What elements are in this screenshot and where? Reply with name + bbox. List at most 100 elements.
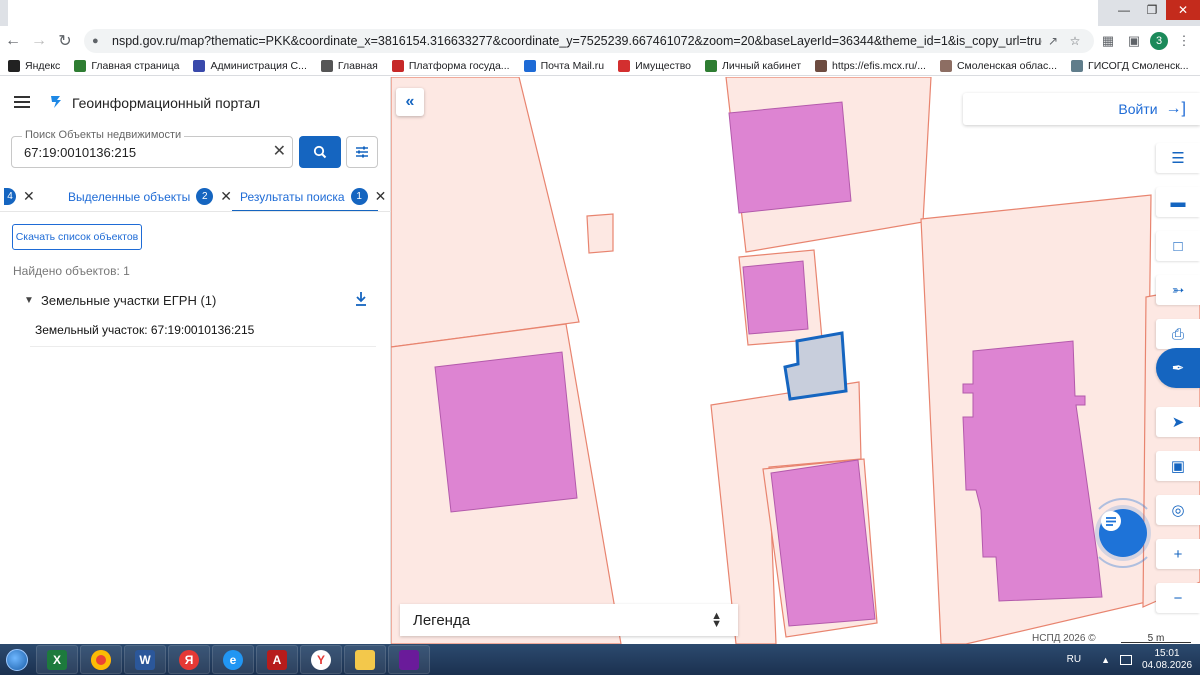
bookmark-label: https://efis.mcx.ru/... [832, 59, 926, 72]
menu-kebab-icon[interactable]: ⋮ [1174, 29, 1194, 53]
minimize-icon[interactable]: — [1110, 0, 1138, 20]
side-panel-icon[interactable]: ▣ [1124, 29, 1144, 53]
taskbar-excel[interactable]: X [36, 645, 78, 674]
clear-search-icon[interactable]: ✕ [273, 144, 286, 160]
url-text[interactable]: nspd.gov.ru/map?thematic=PKK&coordinate_… [112, 34, 1042, 48]
panel-header: Геоинформационный портал [0, 77, 391, 127]
windows-logo-icon [6, 648, 28, 671]
taskbar-chrome[interactable] [80, 645, 122, 674]
profile-avatar[interactable]: 3 [1150, 32, 1168, 50]
search-input[interactable] [24, 145, 264, 160]
taskbar-explorer[interactable] [344, 645, 386, 674]
login-icon: →] [1165, 100, 1186, 117]
address-bar[interactable]: ● nspd.gov.ru/map?thematic=PKK&coordinat… [84, 29, 1094, 53]
taskbar-word[interactable]: W [124, 645, 166, 674]
site-info-icon[interactable]: ● [92, 35, 104, 47]
network-icon[interactable] [1120, 654, 1132, 665]
close-tab-icon[interactable]: ✕ [23, 188, 35, 205]
bookmark-item[interactable]: Главная [320, 59, 378, 72]
close-window-icon[interactable]: ✕ [1166, 0, 1200, 20]
draw-tool-icon[interactable]: ✒ [1156, 348, 1200, 388]
layers-icon[interactable]: ☰ [1156, 143, 1200, 173]
filter-button[interactable] [346, 136, 378, 168]
forward-icon[interactable]: → [26, 28, 52, 54]
bookmark-item[interactable]: Администрация С... [193, 59, 307, 72]
share-icon[interactable]: ↗ [1042, 34, 1064, 48]
chevron-down-icon[interactable]: ▼ [24, 295, 34, 306]
map-view[interactable]: « Войти →] ☰ ▬ □ ➳ ⎙ ✒ ➤ ▣ ◎ + − Легенда… [391, 77, 1200, 644]
search-field[interactable]: Поиск Объекты недвижимости ✕ [11, 129, 293, 168]
bookmark-item[interactable]: Личный кабинет [705, 59, 802, 72]
login-button[interactable]: Войти →] [963, 93, 1200, 125]
map-building[interactable] [728, 101, 852, 214]
zoom-in-icon[interactable]: + [1156, 539, 1200, 569]
chat-icon [1101, 511, 1121, 531]
bookmark-item[interactable]: Имущество [618, 59, 691, 72]
taskbar-yandex-browser[interactable]: Y [300, 645, 342, 674]
result-group-header[interactable]: ▼ Земельные участки ЕГРН (1) [24, 291, 374, 309]
bookmark-favicon-icon [320, 59, 333, 72]
filter-sliders-icon [356, 146, 368, 158]
map-building[interactable] [434, 351, 578, 513]
tab-selected-objects[interactable]: Выделенные объекты 2 ✕ [68, 188, 232, 205]
close-tab-icon[interactable]: ✕ [375, 188, 387, 205]
taskbar-acrobat[interactable]: A [256, 645, 298, 674]
tray-expand-icon[interactable]: ▲ [1101, 655, 1110, 665]
tab-search-results[interactable]: Результаты поиска 1 ✕ [240, 188, 386, 205]
map-parcel[interactable] [391, 77, 580, 348]
back-icon[interactable]: ← [0, 28, 26, 54]
start-button[interactable] [0, 644, 34, 675]
location-search-icon[interactable]: ◎ [1156, 495, 1200, 525]
taskbar-winrar[interactable] [388, 645, 430, 674]
minimap-icon[interactable]: ▣ [1156, 451, 1200, 481]
close-tab-icon[interactable]: ✕ [220, 188, 232, 205]
taskbar-yandex[interactable]: Я [168, 645, 210, 674]
selected-parcel[interactable] [783, 331, 848, 401]
download-list-button[interactable]: Скачать список объектов [12, 224, 142, 250]
taskbar-ie[interactable]: e [212, 645, 254, 674]
clock[interactable]: 15:01 04.08.2026 [1142, 648, 1192, 672]
area-select-icon[interactable]: □ [1156, 231, 1200, 261]
geolocation-icon[interactable]: ➤ [1156, 407, 1200, 437]
bookmark-favicon-icon [618, 59, 631, 72]
windows-taskbar: X W Я e A Y RU ▲ 15:01 04.08.2026 [0, 644, 1200, 675]
tab-previous[interactable]: 4 ✕ [4, 188, 35, 205]
bookmark-item[interactable]: Главная страница [74, 59, 179, 72]
bookmark-item[interactable]: https://efis.mcx.ru/... [815, 59, 926, 72]
restore-icon[interactable]: ❐ [1138, 0, 1166, 20]
map-building[interactable] [742, 260, 809, 335]
bookmark-favicon-icon [193, 59, 206, 72]
bookmark-item[interactable]: Яндекс [8, 59, 60, 72]
bookmarks-bar: Яндекс Главная страница Администрация С...… [0, 56, 1200, 76]
list-item[interactable]: Земельный участок: 67:19:0010136:215 [30, 319, 376, 347]
browser-tab[interactable] [8, 0, 1098, 26]
hamburger-menu-icon[interactable] [14, 96, 30, 108]
bookmark-item[interactable]: Почта Mail.ru [523, 59, 604, 72]
bookmark-item[interactable]: Смоленская облас... [939, 59, 1057, 72]
window-controls: — ❐ ✕ [1110, 0, 1200, 20]
map-canvas[interactable] [391, 77, 1200, 644]
bookmark-label: Личный кабинет [722, 59, 802, 72]
bookmark-item[interactable]: Платформа госуда... [391, 59, 510, 72]
legend-panel[interactable]: Легенда ▲ ▼ [400, 604, 738, 636]
extensions-icon[interactable]: ▦ [1098, 29, 1118, 53]
map-building[interactable] [770, 459, 876, 627]
zoom-out-icon[interactable]: − [1156, 583, 1200, 613]
search-button[interactable] [299, 136, 341, 168]
chat-button[interactable] [1099, 509, 1147, 557]
share-icon[interactable]: ➳ [1156, 275, 1200, 305]
collapse-panel-button[interactable]: « [396, 88, 424, 116]
language-indicator[interactable]: RU [1067, 654, 1081, 665]
reload-icon[interactable]: ↻ [52, 28, 78, 54]
bookmark-item[interactable]: ГИСОГД Смоленск... [1071, 59, 1189, 72]
bookmark-label: ГИСОГД Смоленск... [1088, 59, 1189, 72]
ruler-icon[interactable]: ▬ [1156, 187, 1200, 217]
bookmark-star-icon[interactable]: ☆ [1064, 34, 1086, 48]
print-icon[interactable]: ⎙ [1156, 319, 1200, 349]
expand-toggle-icon[interactable]: ▲ ▼ [711, 611, 722, 630]
download-icon[interactable] [354, 291, 368, 307]
clock-date: 04.08.2026 [1142, 659, 1193, 671]
result-group-title: Земельные участки ЕГРН (1) [41, 292, 217, 308]
map-parcel[interactable] [586, 213, 614, 254]
ie-icon: e [223, 649, 243, 670]
